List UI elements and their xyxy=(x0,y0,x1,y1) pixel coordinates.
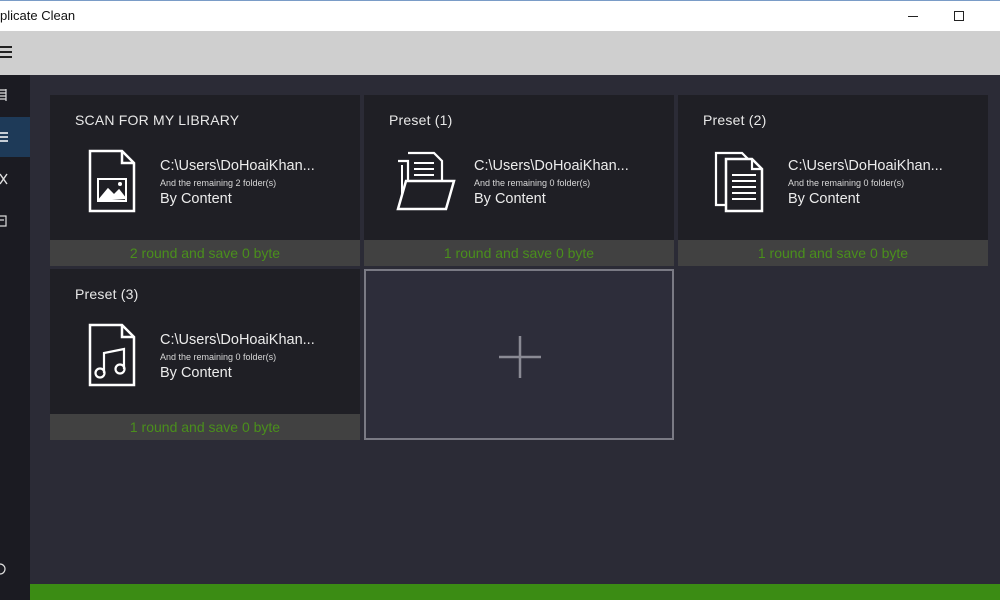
preset-card-1[interactable]: Preset (1) C:\Users\DoHoaiKhan... And th… xyxy=(364,95,674,266)
card-remaining: And the remaining 0 folder(s) xyxy=(474,178,591,188)
card-footer: 1 round and save 0 byte xyxy=(50,414,360,440)
card-path: C:\Users\DoHoaiKhan... xyxy=(474,158,629,174)
card-mode: By Content xyxy=(160,191,232,207)
card-path: C:\Users\DoHoaiKhan... xyxy=(160,158,315,174)
preset-card-3[interactable]: Preset (3) C:\Users\DoHoaiKhan... And th… xyxy=(50,269,360,440)
card-path: C:\Users\DoHoaiKhan... xyxy=(160,332,315,348)
text-documents-icon xyxy=(714,151,764,213)
card-path: C:\Users\DoHoaiKhan... xyxy=(788,158,943,174)
music-file-icon xyxy=(88,323,136,387)
preset-card-2[interactable]: Preset (2) C:\Users\DoHoaiKhan... And th… xyxy=(678,95,988,266)
card-title: Preset (3) xyxy=(75,286,139,302)
card-title: SCAN FOR MY LIBRARY xyxy=(75,112,240,128)
hamburger-menu-icon[interactable] xyxy=(0,44,14,60)
settings-icon xyxy=(0,563,6,575)
preset-grid: SCAN FOR MY LIBRARY C:\Users\DoHoaiKhan.… xyxy=(30,75,1000,584)
card-remaining: And the remaining 0 folder(s) xyxy=(788,178,905,188)
close-x-icon xyxy=(0,173,8,185)
window-title: plicate Clean xyxy=(0,8,76,23)
maximize-button[interactable] xyxy=(936,1,982,31)
sidebar xyxy=(0,75,30,584)
title-bar: plicate Clean xyxy=(0,0,1000,31)
minimize-button[interactable] xyxy=(890,1,936,31)
sidebar-item-document[interactable] xyxy=(0,201,30,241)
minimize-icon xyxy=(908,15,918,17)
sidebar-item-settings[interactable] xyxy=(0,549,30,589)
list-icon xyxy=(0,132,8,142)
preset-card-library[interactable]: SCAN FOR MY LIBRARY C:\Users\DoHoaiKhan.… xyxy=(50,95,360,266)
image-file-icon xyxy=(88,149,136,213)
card-remaining: And the remaining 0 folder(s) xyxy=(160,352,277,362)
card-remaining: And the remaining 2 folder(s) xyxy=(160,178,277,188)
sidebar-item-clean[interactable] xyxy=(0,159,30,199)
card-mode: By Content xyxy=(160,365,232,381)
sidebar-item-list[interactable] xyxy=(0,117,30,157)
add-preset-button[interactable] xyxy=(364,269,674,440)
library-icon xyxy=(0,89,7,101)
open-folder-icon xyxy=(396,151,456,211)
card-title: Preset (2) xyxy=(703,112,767,128)
header-bar xyxy=(0,31,1000,75)
document-icon xyxy=(0,215,7,227)
card-footer: 1 round and save 0 byte xyxy=(678,240,988,266)
bottom-status-bar xyxy=(30,584,1000,600)
card-footer: 2 round and save 0 byte xyxy=(50,240,360,266)
card-title: Preset (1) xyxy=(389,112,453,128)
sidebar-item-library[interactable] xyxy=(0,75,30,115)
maximize-icon xyxy=(954,11,964,21)
sidebar-bottom xyxy=(0,584,30,600)
plus-icon xyxy=(499,336,541,378)
card-footer: 1 round and save 0 byte xyxy=(364,240,674,266)
card-mode: By Content xyxy=(474,191,546,207)
card-mode: By Content xyxy=(788,191,860,207)
